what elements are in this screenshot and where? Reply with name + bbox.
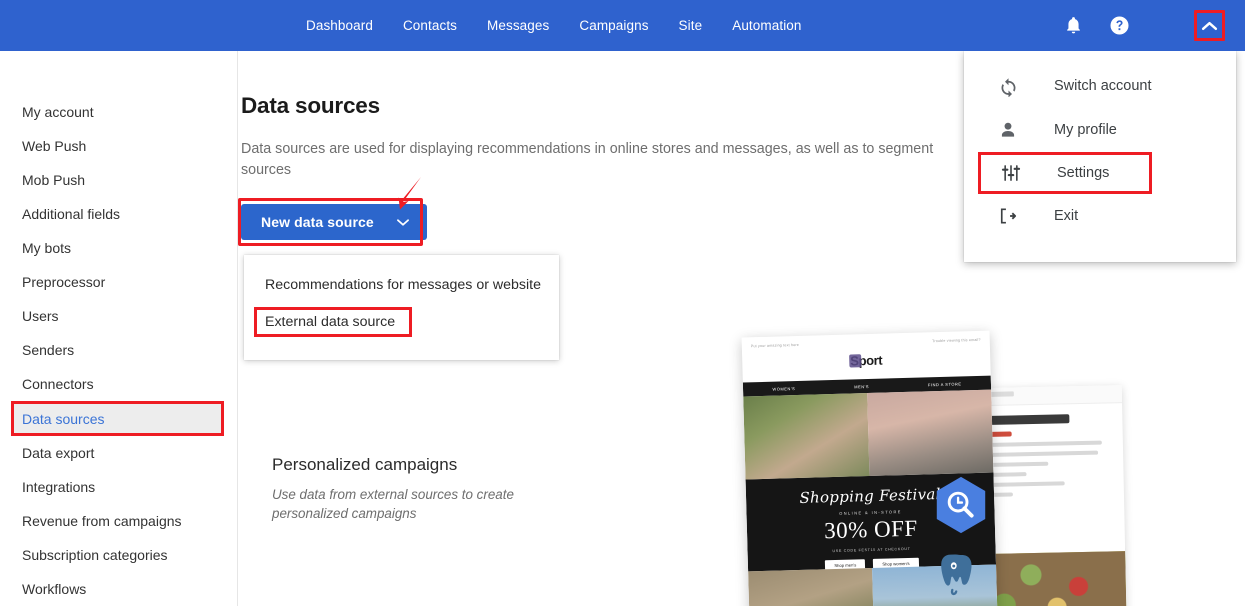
person-icon <box>996 118 1020 142</box>
new-data-source-button[interactable]: New data source <box>241 204 427 240</box>
sidebar-item-mob-push[interactable]: Mob Push <box>0 163 237 197</box>
sidebar-item-revenue-from-campaigns[interactable]: Revenue from campaigns <box>0 504 237 538</box>
sidebar-item-preprocessor[interactable]: Preprocessor <box>0 265 237 299</box>
switch-account-icon <box>996 74 1020 98</box>
navbar-right-actions <box>1056 0 1245 51</box>
dropdown-item-external-data-source[interactable]: External data source <box>254 307 412 337</box>
nav-link-site[interactable]: Site <box>679 18 703 33</box>
primary-nav-links: Dashboard Contacts Messages Campaigns Si… <box>306 18 802 33</box>
account-menu-item-settings[interactable]: Settings <box>978 152 1152 194</box>
new-data-source-dropdown: Recommendations for messages or website … <box>244 255 559 360</box>
account-menu-label: Switch account <box>1054 78 1152 94</box>
chevron-down-icon <box>396 218 410 227</box>
nav-link-campaigns[interactable]: Campaigns <box>579 18 648 33</box>
notifications-bell-icon[interactable] <box>1056 9 1090 43</box>
chevron-up-icon[interactable] <box>1194 10 1225 41</box>
email-nav-item: WOMEN'S <box>772 385 796 392</box>
exit-logout-icon <box>996 204 1020 228</box>
hero-photo-left <box>743 393 870 480</box>
account-menu-item-exit[interactable]: Exit <box>964 194 1236 238</box>
preheader-left-text: Put your amazing text here <box>750 342 800 349</box>
sidebar-item-subscription-categories[interactable]: Subscription categories <box>0 538 237 572</box>
sidebar-item-additional-fields[interactable]: Additional fields <box>0 197 237 231</box>
sidebar-item-data-export[interactable]: Data export <box>0 436 237 470</box>
nav-link-dashboard[interactable]: Dashboard <box>306 18 373 33</box>
account-menu-item-my-profile[interactable]: My profile <box>964 108 1236 152</box>
dropdown-item-recommendations[interactable]: Recommendations for messages or website <box>244 269 559 301</box>
postgresql-icon <box>931 542 993 604</box>
new-data-source-button-label: New data source <box>261 214 374 230</box>
bigquery-icon <box>930 474 992 536</box>
top-navigation-bar: Dashboard Contacts Messages Campaigns Si… <box>0 0 1245 51</box>
nav-link-messages[interactable]: Messages <box>487 18 549 33</box>
sidebar-item-web-push[interactable]: Web Push <box>0 129 237 163</box>
sidebar-item-connectors[interactable]: Connectors <box>0 367 237 401</box>
page-description: Data sources are used for displaying rec… <box>241 141 934 178</box>
help-question-icon[interactable] <box>1102 9 1136 43</box>
preheader-right-text: Trouble viewing this email? <box>932 337 981 344</box>
feature-block: Personalized campaigns Use data from ext… <box>272 455 602 523</box>
application-window: Dashboard Contacts Messages Campaigns Si… <box>0 0 1245 606</box>
account-menu-label: Exit <box>1054 208 1079 224</box>
account-dropdown-menu: Switch account My profile Settings Exit <box>964 51 1236 262</box>
feature-title: Personalized campaigns <box>272 455 458 474</box>
email-hero-photos <box>743 389 994 480</box>
email-nav-item: MEN'S <box>854 383 870 389</box>
sliders-settings-icon <box>999 161 1023 185</box>
account-menu-item-switch-account[interactable]: Switch account <box>964 64 1236 108</box>
hero-photo-right <box>867 389 994 477</box>
secondary-photo-left <box>748 567 875 606</box>
settings-sidebar: My account Web Push Mob Push Additional … <box>0 51 238 606</box>
feature-subtitle: Use data from external sources to create… <box>272 487 514 521</box>
sidebar-item-senders[interactable]: Senders <box>0 333 237 367</box>
sidebar-item-integrations[interactable]: Integrations <box>0 470 237 504</box>
sidebar-item-users[interactable]: Users <box>0 299 237 333</box>
sidebar-item-my-bots[interactable]: My bots <box>0 231 237 265</box>
nav-link-contacts[interactable]: Contacts <box>403 18 457 33</box>
sidebar-item-my-account[interactable]: My account <box>0 95 237 129</box>
sidebar-item-data-sources[interactable]: Data sources <box>11 401 224 436</box>
account-menu-label: Settings <box>1057 165 1110 181</box>
email-logo-text: Sport <box>850 352 883 369</box>
personalized-campaigns-illustration: ✦ ✦ ✦ ✦ <box>638 324 1218 606</box>
email-nav-item: FIND A STORE <box>927 380 962 387</box>
sidebar-item-workflows[interactable]: Workflows <box>0 572 237 606</box>
nav-link-automation[interactable]: Automation <box>732 18 801 33</box>
account-menu-label: My profile <box>1054 122 1117 138</box>
